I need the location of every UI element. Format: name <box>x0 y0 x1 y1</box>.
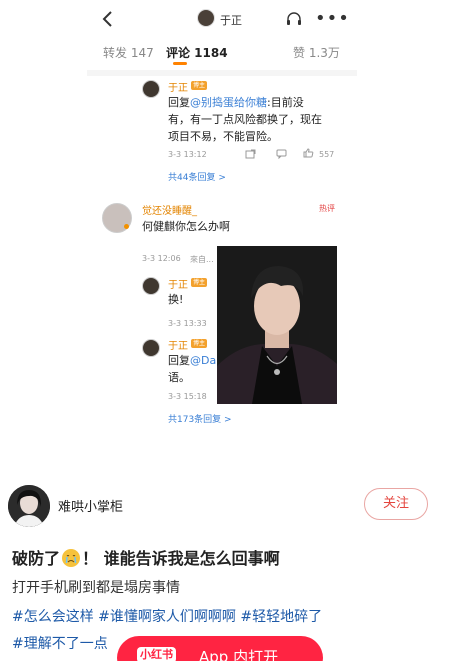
like-count: 557 <box>319 150 335 159</box>
post-author-avatar[interactable] <box>8 485 50 527</box>
comment-time: 3-3 12:06 <box>142 254 181 263</box>
comment-source: 來自... <box>190 255 214 264</box>
author-badge: 博主 <box>191 278 208 287</box>
avatar[interactable] <box>142 277 160 295</box>
post-author-name[interactable]: 难哄小掌柜 <box>58 496 123 515</box>
more-icon[interactable]: ••• <box>315 8 350 29</box>
comment-username[interactable]: 于正 <box>168 337 188 352</box>
post-body: 打开手机刷到都是塌房事情 <box>12 580 180 596</box>
post-hashtags[interactable]: #怎么会这样 #谁懂啊家人们啊啊啊 #轻轻地碎了 <box>12 606 322 626</box>
comment-username[interactable]: 于正 <box>168 276 188 291</box>
open-in-app-label: App 内打开 <box>199 648 279 661</box>
tab-comment[interactable]: 评论 1184 <box>166 44 228 61</box>
mention-link[interactable]: @别捣蛋给你糖 <box>190 96 267 109</box>
tab-like[interactable]: 赞 1.3万 <box>293 44 340 61</box>
crying-emoji-icon <box>62 549 81 567</box>
more-replies-link[interactable]: 共44条回复 > <box>168 170 226 183</box>
back-icon[interactable] <box>99 9 117 29</box>
avatar-image <box>8 485 50 527</box>
comment-time: 3-3 13:33 <box>168 319 207 328</box>
author-name[interactable]: 于正 <box>220 12 242 28</box>
share-icon[interactable] <box>245 149 256 159</box>
xiaohongshu-logo: 小红书 <box>137 647 176 661</box>
tab-repost[interactable]: 转发 147 <box>103 44 154 61</box>
author-badge: 博主 <box>191 81 208 90</box>
weibo-top-bar: 于正 ••• <box>87 0 357 40</box>
author-avatar[interactable] <box>197 9 215 27</box>
comment-text: 回复@别捣蛋给你糖:目前没 有，有一丁点风险都换了，现在 项目不易，不能冒险。 <box>168 96 322 143</box>
mention-link[interactable]: @Da <box>190 354 216 367</box>
more-replies-link[interactable]: 共173条回复 > <box>168 412 232 425</box>
comment-time: 3-3 15:18 <box>168 392 207 401</box>
post-hashtags[interactable]: #理解不了一点 <box>12 633 108 653</box>
portrait-image <box>217 246 337 404</box>
comment-username[interactable]: 于正 <box>168 79 188 94</box>
follow-button[interactable]: 关注 <box>364 488 428 520</box>
comment-username[interactable]: 觉还没睡醒_ <box>142 202 197 217</box>
avatar[interactable] <box>142 80 160 98</box>
comment-icon[interactable] <box>276 149 287 159</box>
headphones-icon[interactable] <box>285 10 303 28</box>
comment-text: 何健麒你怎么办啊 <box>142 220 230 233</box>
author-badge: 博主 <box>191 339 208 348</box>
divider <box>87 70 357 76</box>
vip-icon <box>124 224 129 229</box>
portrait-photo <box>217 246 337 404</box>
open-in-app-button[interactable]: 小红书 App 内打开 <box>117 636 323 661</box>
comment-text: 回复@Da 语。 <box>168 354 217 384</box>
comment-text: 换! <box>168 293 184 306</box>
hot-comment-tag: 热评 <box>319 204 335 213</box>
comment-time: 3-3 13:12 <box>168 150 207 159</box>
avatar[interactable] <box>142 339 160 357</box>
post-title: 破防了！ 谁能告诉我是怎么回事啊 <box>12 549 280 568</box>
tab-active-indicator <box>173 62 187 65</box>
like-icon[interactable] <box>303 148 314 158</box>
weibo-tabs: 转发 147 评论 1184 赞 1.3万 <box>87 44 357 66</box>
